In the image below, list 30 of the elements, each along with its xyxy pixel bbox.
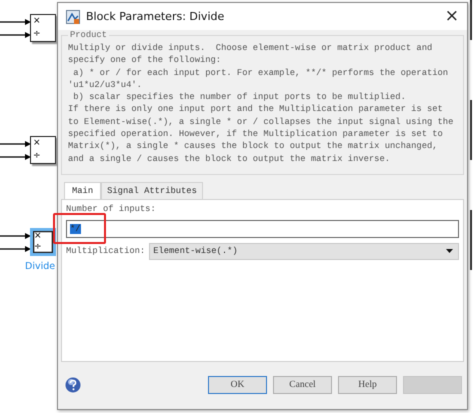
group-title: Product xyxy=(69,30,108,40)
description-text: Multiply or divide inputs. Choose element-wise or matrix product and specify one of the following: a) * or / for each input port. For example, **/* performs the operation 'u1*u2/u3*u4'. b) scalar specifies the number of input ports to be multiplied. If there is only one input port and the Multiplication parameter is set to Element-wise(.*), a single * or / collapses the input signal using the specified operation. However, if the Multiplication parameter is set to Matrix(*), a single * causes the block to output the matrix unchanged, and a single / causes the block to output the matrix inverse. xyxy=(68,42,454,165)
tab[interactable]: Signal Attributes xyxy=(101,182,203,199)
block-symbol: ÷ xyxy=(33,152,41,161)
dialog-button[interactable]: Help xyxy=(338,376,397,394)
dialog-button[interactable]: Cancel xyxy=(273,376,332,394)
block-symbol: ÷ xyxy=(33,30,41,39)
divide-block[interactable]: × ÷ xyxy=(30,14,56,42)
caret-icon xyxy=(446,249,453,254)
block-symbol: × xyxy=(33,139,41,148)
highlight-box xyxy=(53,213,106,244)
block-symbol: ÷ xyxy=(34,243,42,252)
close-button[interactable]: × xyxy=(444,8,459,25)
block-symbol: × xyxy=(34,232,42,241)
app-icon xyxy=(66,10,80,24)
dropdown[interactable]: Element-wise(.*) xyxy=(149,242,459,260)
field-label: Number of inputs: xyxy=(66,204,157,214)
signal-arrows xyxy=(0,233,31,253)
divide-block[interactable]: × ÷ xyxy=(30,228,56,256)
field-label: Multiplication: xyxy=(66,246,146,256)
window-title: Block Parameters: Divide xyxy=(86,10,226,23)
block-symbol: × xyxy=(33,17,41,26)
field-value: */ xyxy=(70,224,81,234)
block-label: Divide xyxy=(25,261,56,272)
help-icon[interactable] xyxy=(65,376,81,393)
signal-arrows xyxy=(0,19,31,39)
dialog-button[interactable]: OK xyxy=(208,376,267,394)
divide-block[interactable]: × ÷ xyxy=(30,136,56,164)
signal-arrows xyxy=(0,141,31,161)
tab[interactable]: Main xyxy=(64,182,102,199)
